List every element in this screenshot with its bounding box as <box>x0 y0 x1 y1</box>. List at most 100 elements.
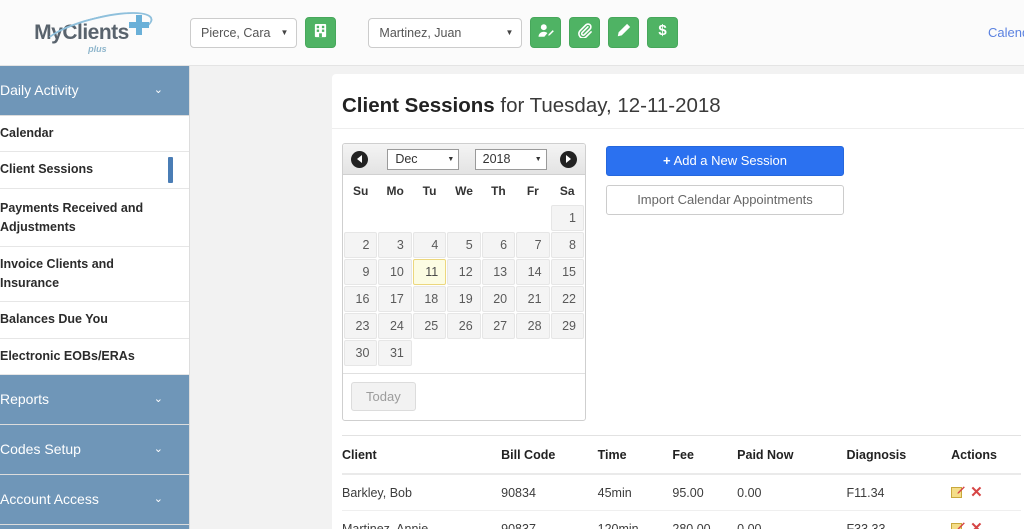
calendar-day[interactable]: 1 <box>550 205 584 231</box>
sidebar-item-label-line2: Adjustments <box>0 220 76 235</box>
calendar-day[interactable]: 10 <box>378 259 412 285</box>
calendar-day[interactable]: 3 <box>378 232 412 258</box>
calendar-day[interactable]: 8 <box>550 232 584 258</box>
sidebar-group-label: Account Access <box>0 490 99 507</box>
chevron-down-icon: ⌄ <box>153 492 163 505</box>
calendar-day[interactable]: 16 <box>344 286 378 312</box>
calendar-weekday: Fr <box>526 184 539 198</box>
edit-icon[interactable] <box>951 522 965 529</box>
calendar-day[interactable]: 18 <box>412 286 447 312</box>
delete-icon[interactable]: ✕ <box>970 521 983 529</box>
today-button[interactable]: Today <box>351 382 416 411</box>
sessions-table-body: Barkley, Bob 90834 45min 95.00 0.00 F11.34 ✕ Ma… <box>342 474 1021 529</box>
cell-client: Martinez, Annie <box>342 510 502 529</box>
calendar-day[interactable]: 7 <box>516 232 550 258</box>
cell-bill-code: 90834 <box>501 474 598 511</box>
calendar-week-row: 23 24 25 26 27 28 29 <box>344 313 584 339</box>
sidebar-item-electronic-eobs[interactable]: Electronic EOBs/ERAs <box>0 338 189 375</box>
table-row: Martinez, Annie 90837 120min 280.00 0.00 F33.… <box>342 510 1021 529</box>
svg-text:$: $ <box>659 22 668 38</box>
year-select-value: 2018 <box>482 152 511 166</box>
calendar-day[interactable]: 25 <box>412 313 447 339</box>
calendar-day[interactable]: 14 <box>516 259 550 285</box>
calendar-link[interactable]: Calendar <box>988 25 1024 40</box>
add-new-session-label: Add a New Session <box>673 153 788 168</box>
sidebar-item-invoice-clients[interactable]: Invoice Clients and Insurance <box>0 246 189 303</box>
notes-button[interactable] <box>608 17 640 48</box>
calendar-day[interactable]: 28 <box>516 313 550 339</box>
date-picker-calendar: Dec ▼ 2018 ▼ Su Mo Tu We Th Fr Sa 1 2 3 4 5 6 7 8 9 10 1… <box>342 143 586 421</box>
sidebar-item-balances-due[interactable]: Balances Due You <box>0 302 189 339</box>
sidebar-item-calendar[interactable]: Calendar <box>0 116 189 153</box>
sidebar-group-account-access[interactable]: Account Access ⌄ <box>0 475 189 525</box>
billing-button[interactable]: $ <box>647 17 679 48</box>
sidebar-item-payments-received[interactable]: Payments Received and Adjustments <box>0 188 189 247</box>
prev-month-button[interactable] <box>351 150 368 168</box>
calendar-day[interactable]: 13 <box>481 259 516 285</box>
calendar-day[interactable]: 21 <box>516 286 550 312</box>
calendar-day[interactable]: 30 <box>344 340 378 366</box>
sidebar-group-daily-activity[interactable]: Daily Activity ⌄ <box>0 66 189 116</box>
main-content-area: Client Sessions for Tuesday, 12-11-2018 … <box>191 66 1024 529</box>
chevron-down-icon: ⌄ <box>153 392 163 405</box>
calendar-day[interactable]: 4 <box>412 232 447 258</box>
calendar-day[interactable]: 15 <box>550 259 584 285</box>
cell-diagnosis: F11.34 <box>846 474 952 511</box>
plus-icon: + <box>662 153 671 168</box>
cell-paid-now: 0.00 <box>737 510 847 529</box>
cell-actions: ✕ <box>951 510 1021 529</box>
calendar-day[interactable]: 23 <box>344 313 378 339</box>
calendar-day[interactable]: 29 <box>550 313 584 339</box>
calendar-day[interactable]: 2 <box>344 232 378 258</box>
sidebar-item-client-sessions[interactable]: Client Sessions <box>0 152 189 189</box>
edit-icon[interactable] <box>951 486 965 499</box>
edit-client-button[interactable] <box>530 17 562 48</box>
calendar-day[interactable]: 27 <box>481 313 516 339</box>
app-logo[interactable]: MyClients plus <box>0 0 185 66</box>
month-select[interactable]: Dec ▼ <box>387 148 460 170</box>
calendar-day[interactable]: 24 <box>378 313 412 339</box>
calendar-header: Dec ▼ 2018 ▼ <box>343 144 585 175</box>
sidebar-group-codes-setup[interactable]: Codes Setup ⌄ <box>0 425 189 475</box>
calendar-day[interactable]: 17 <box>378 286 412 312</box>
user-edit-icon <box>538 23 554 43</box>
calendar-day-empty <box>447 205 480 231</box>
calendar-day-empty <box>482 205 515 231</box>
page-title-bold: Client Sessions <box>342 94 495 117</box>
add-new-session-button[interactable]: + Add a New Session <box>606 146 844 176</box>
calendar-day[interactable]: 26 <box>447 313 481 339</box>
calendar-day-empty <box>378 205 411 231</box>
provider-select[interactable]: Pierce, Cara ▼ <box>190 17 298 48</box>
provider-select-value: Pierce, Cara <box>201 25 271 40</box>
calendar-day-empty <box>482 340 515 366</box>
calendar-weekday: Th <box>491 184 506 198</box>
calendar-day[interactable]: 12 <box>447 259 481 285</box>
top-header-bar: MyClients plus Pierce, Cara ▼ Martinez, … <box>0 0 1024 66</box>
sidebar-group-label: Daily Activity <box>0 81 79 98</box>
logo-text-plus: plus <box>88 44 107 54</box>
year-select[interactable]: 2018 ▼ <box>474 148 547 170</box>
logo-text-my: My <box>34 21 63 44</box>
calendar-day[interactable]: 22 <box>550 286 584 312</box>
calendar-day[interactable]: 31 <box>378 340 412 366</box>
calendar-day[interactable]: 20 <box>481 286 516 312</box>
calendar-day[interactable]: 6 <box>481 232 516 258</box>
calendar-day[interactable]: 9 <box>344 259 378 285</box>
import-appointments-button[interactable]: Import Calendar Appointments <box>606 185 844 215</box>
next-month-button[interactable] <box>559 150 577 168</box>
attachments-button[interactable] <box>569 17 601 48</box>
office-button[interactable] <box>305 17 337 48</box>
column-header: Actions <box>951 435 1021 475</box>
delete-icon[interactable]: ✕ <box>970 485 983 500</box>
calendar-footer: Today <box>343 373 585 420</box>
sidebar-partial-item[interactable] <box>0 525 189 529</box>
page-title-date: for Tuesday, 12-11-2018 <box>494 94 721 117</box>
app-root: MyClients plus Pierce, Cara ▼ Martinez, … <box>0 0 1024 529</box>
chevron-down-icon: ⌄ <box>153 83 163 96</box>
calendar-day[interactable]: 5 <box>447 232 481 258</box>
sidebar-group-reports[interactable]: Reports ⌄ <box>0 375 189 425</box>
sessions-table-header-row: Client Bill Code Time Fee Paid Now Diagnosis A… <box>342 435 1021 475</box>
calendar-day[interactable]: 19 <box>447 286 481 312</box>
calendar-day[interactable]: 11 <box>412 259 447 285</box>
client-select[interactable]: Martinez, Juan ▼ <box>368 17 523 48</box>
